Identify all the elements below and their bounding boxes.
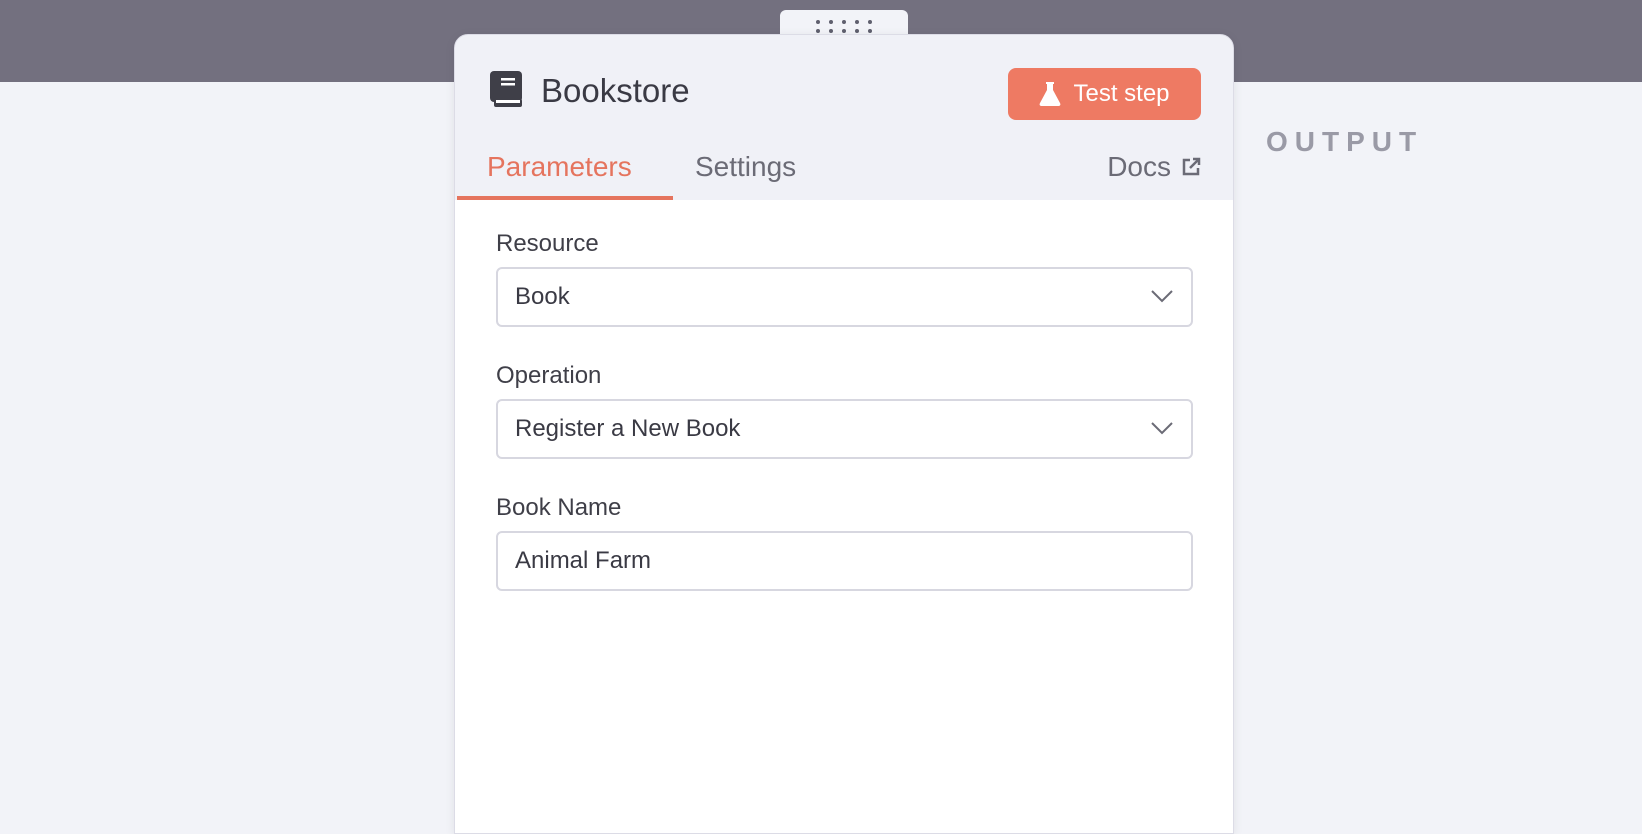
chevron-down-icon	[1151, 290, 1173, 303]
output-panel-label: OUTPUT	[1266, 126, 1424, 157]
book-name-input[interactable]: Animal Farm	[496, 531, 1193, 591]
test-step-button[interactable]: Test step	[1008, 68, 1201, 120]
resource-label: Resource	[496, 230, 599, 257]
test-step-label: Test step	[1073, 80, 1170, 107]
book-name-label: Book Name	[496, 494, 622, 521]
book-icon	[490, 71, 522, 107]
tab-parameters[interactable]: Parameters	[487, 147, 632, 200]
resource-value: Book	[515, 283, 570, 310]
node-settings-panel: Bookstore Test step Parameters Settings …	[454, 34, 1234, 834]
tab-bar: Parameters Settings Docs	[455, 147, 1233, 200]
operation-select[interactable]: Register a New Book	[496, 399, 1193, 459]
external-link-icon	[1182, 157, 1201, 176]
docs-label: Docs	[1107, 151, 1171, 182]
docs-link[interactable]: Docs	[1107, 147, 1201, 187]
operation-label: Operation	[496, 362, 602, 389]
parameters-body: Resource Book Operation Register a New B…	[455, 200, 1233, 833]
operation-value: Register a New Book	[515, 415, 741, 442]
resource-select[interactable]: Book	[496, 267, 1193, 327]
node-title: Bookstore	[541, 72, 690, 109]
chevron-down-icon	[1151, 422, 1173, 435]
book-name-value: Animal Farm	[515, 547, 652, 574]
panel-header: Bookstore Test step Parameters Settings …	[455, 35, 1233, 200]
flask-icon	[1040, 82, 1061, 106]
drag-dots-icon	[816, 19, 820, 33]
tab-settings[interactable]: Settings	[695, 147, 796, 200]
